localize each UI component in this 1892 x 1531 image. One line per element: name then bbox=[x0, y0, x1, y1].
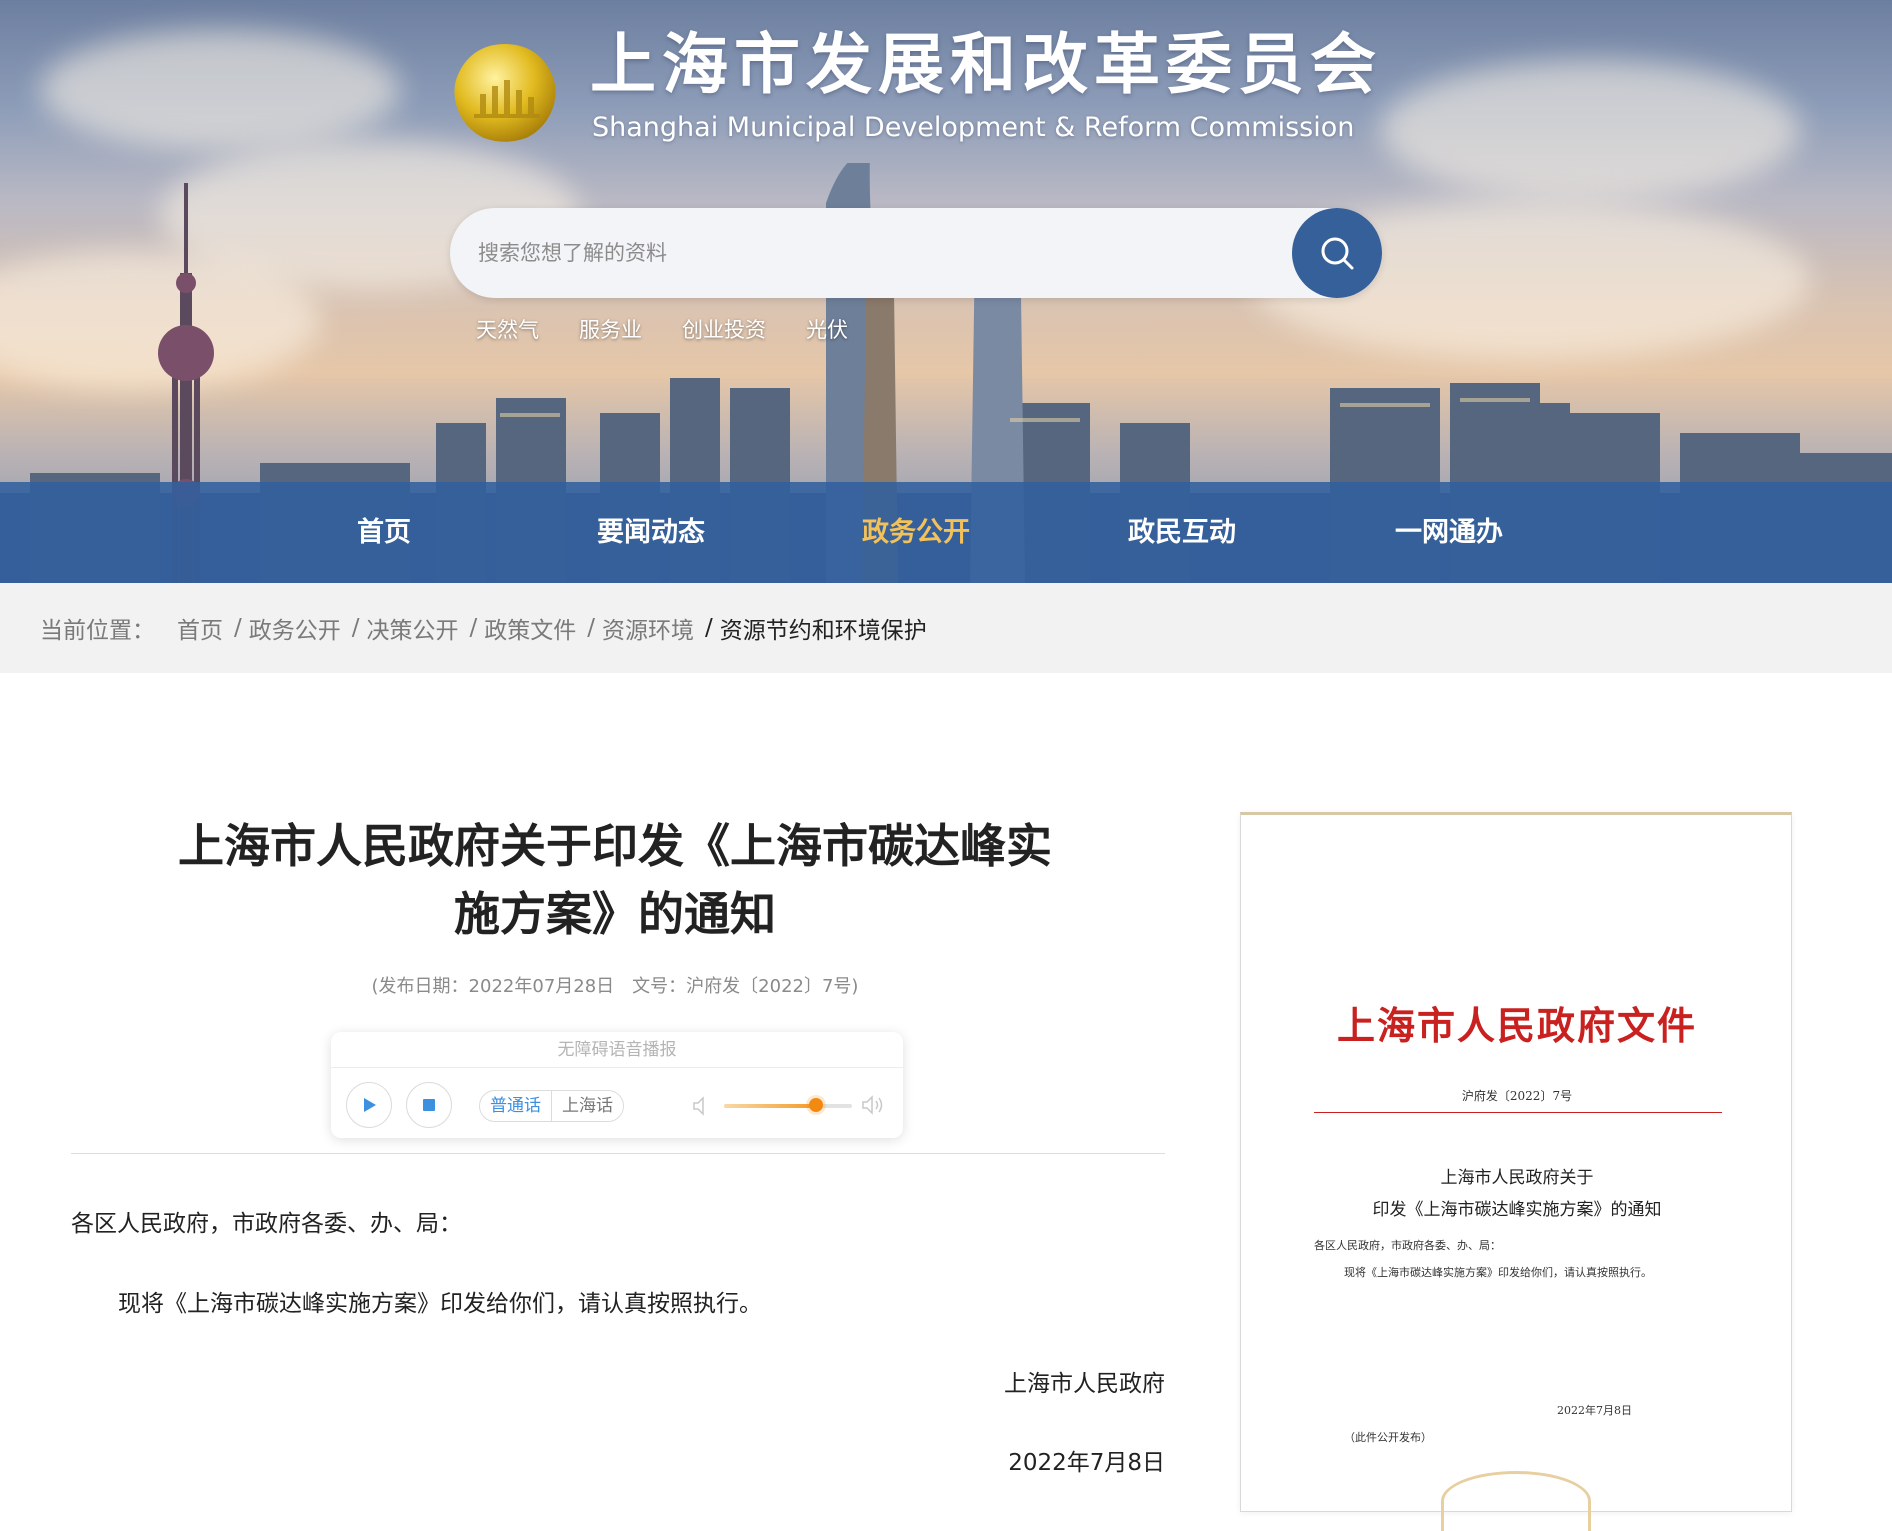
play-icon bbox=[364, 1098, 376, 1112]
volume-slider[interactable] bbox=[724, 1104, 852, 1108]
main-nav: 首页 要闻动态 政务公开 政民互动 一网通办 bbox=[0, 482, 1892, 583]
doc-salutation: 各区人民政府，市政府各委、办、局： bbox=[1314, 1239, 1501, 1252]
search-icon bbox=[1321, 237, 1354, 270]
hot-word-link[interactable]: 创业投资 bbox=[682, 314, 766, 344]
article-date: 2022年7月8日 bbox=[1008, 1450, 1165, 1476]
dialect-switch: 普通话 上海话 bbox=[479, 1090, 624, 1122]
volume-slider-fill bbox=[724, 1104, 817, 1108]
breadcrumb-separator: / bbox=[587, 615, 595, 641]
article-divider bbox=[71, 1153, 1165, 1154]
breadcrumb: 当前位置： 首页 / 政务公开 / 决策公开 / 政策文件 / 资源环境 / 资… bbox=[40, 583, 927, 673]
nav-item-online-services[interactable]: 一网通办 bbox=[1395, 482, 1503, 583]
stop-button[interactable] bbox=[406, 1082, 452, 1128]
doc-seal-decoration bbox=[1441, 1471, 1591, 1531]
doc-heading: 上海市人民政府文件 bbox=[1336, 1003, 1697, 1048]
hot-word-link[interactable]: 服务业 bbox=[579, 314, 642, 344]
search-button[interactable] bbox=[1292, 208, 1382, 298]
article-title-line: 施方案》的通知 bbox=[454, 887, 776, 941]
doc-body: 现将《上海市碳达峰实施方案》印发给你们，请认真按照执行。 bbox=[1344, 1266, 1652, 1279]
breadcrumb-current: 资源节约和环境保护 bbox=[719, 618, 927, 644]
hot-word-link[interactable]: 天然气 bbox=[476, 314, 539, 344]
publish-date: (发布日期：2022年07月28日 bbox=[371, 976, 615, 997]
hot-search-words: 天然气 服务业 创业投资 光伏 bbox=[476, 314, 848, 344]
nav-item-government-affairs[interactable]: 政务公开 bbox=[862, 482, 970, 583]
doc-title-line: 印发《上海市碳达峰实施方案》的通知 bbox=[1372, 1200, 1662, 1220]
volume-high-icon[interactable] bbox=[861, 1093, 887, 1117]
nav-item-interaction[interactable]: 政民互动 bbox=[1128, 482, 1236, 583]
site-header: 上海市发展和改革委员会 Shanghai Municipal Developme… bbox=[0, 0, 1892, 583]
site-subtitle: Shanghai Municipal Development & Reform … bbox=[592, 112, 1355, 143]
search-input[interactable] bbox=[476, 208, 1246, 298]
doc-public-note: （此件公开发布） bbox=[1344, 1431, 1432, 1444]
dialect-option-mandarin[interactable]: 普通话 bbox=[480, 1091, 552, 1121]
breadcrumb-bar: 当前位置： 首页 / 政务公开 / 决策公开 / 政策文件 / 资源环境 / 资… bbox=[0, 583, 1892, 673]
breadcrumb-link[interactable]: 政务公开 bbox=[249, 611, 341, 645]
breadcrumb-link[interactable]: 政策文件 bbox=[484, 611, 576, 645]
gold-emblem-icon bbox=[454, 44, 556, 142]
volume-slider-thumb[interactable] bbox=[809, 1098, 824, 1112]
breadcrumb-link[interactable]: 决策公开 bbox=[367, 611, 459, 645]
article-signature: 上海市人民政府 bbox=[1004, 1371, 1165, 1397]
doc-date: 2022年7月8日 bbox=[1557, 1404, 1632, 1417]
stop-icon bbox=[423, 1099, 435, 1111]
volume-low-icon[interactable] bbox=[692, 1095, 710, 1117]
doc-number: 沪府发〔2022〕7号 bbox=[1461, 1089, 1573, 1103]
nav-item-home[interactable]: 首页 bbox=[357, 482, 411, 583]
nav-item-news[interactable]: 要闻动态 bbox=[597, 482, 705, 583]
hot-word-link[interactable]: 光伏 bbox=[806, 314, 848, 344]
article-body: 现将《上海市碳达峰实施方案》印发给你们，请认真按照执行。 bbox=[118, 1291, 762, 1317]
breadcrumb-separator: / bbox=[469, 615, 478, 641]
article-title: 上海市人民政府关于印发《上海市碳达峰实 施方案》的通知 bbox=[150, 812, 1080, 948]
breadcrumb-separator: / bbox=[234, 615, 242, 641]
article-meta: (发布日期：2022年07月28日 文号：沪府发〔2022〕7号) bbox=[150, 972, 1080, 998]
search-box bbox=[450, 208, 1382, 298]
article-salutation: 各区人民政府，市政府各委、办、局： bbox=[71, 1211, 462, 1237]
document-number: 文号：沪府发〔2022〕7号) bbox=[632, 976, 859, 997]
breadcrumb-link[interactable]: 首页 bbox=[177, 611, 223, 645]
breadcrumb-prefix: 当前位置： bbox=[40, 618, 155, 644]
player-title: 无障碍语音播报 bbox=[331, 1032, 903, 1068]
play-button[interactable] bbox=[346, 1082, 392, 1128]
dialect-option-shanghainese[interactable]: 上海话 bbox=[552, 1091, 623, 1121]
doc-red-line bbox=[1314, 1112, 1722, 1113]
document-preview-thumbnail[interactable]: 上海市人民政府文件 沪府发〔2022〕7号 上海市人民政府关于 印发《上海市碳达… bbox=[1240, 812, 1792, 1531]
cloud bbox=[40, 30, 400, 150]
voice-broadcast-player: 无障碍语音播报 普通话 上海话 bbox=[331, 1032, 903, 1138]
breadcrumb-separator: / bbox=[351, 615, 360, 641]
breadcrumb-separator: / bbox=[705, 615, 713, 641]
doc-title-line: 上海市人民政府关于 bbox=[1440, 1168, 1594, 1188]
breadcrumb-link[interactable]: 资源环境 bbox=[602, 611, 694, 645]
site-title: 上海市发展和改革委员会 bbox=[590, 25, 1382, 103]
article-title-line: 上海市人民政府关于印发《上海市碳达峰实 bbox=[178, 819, 1052, 873]
